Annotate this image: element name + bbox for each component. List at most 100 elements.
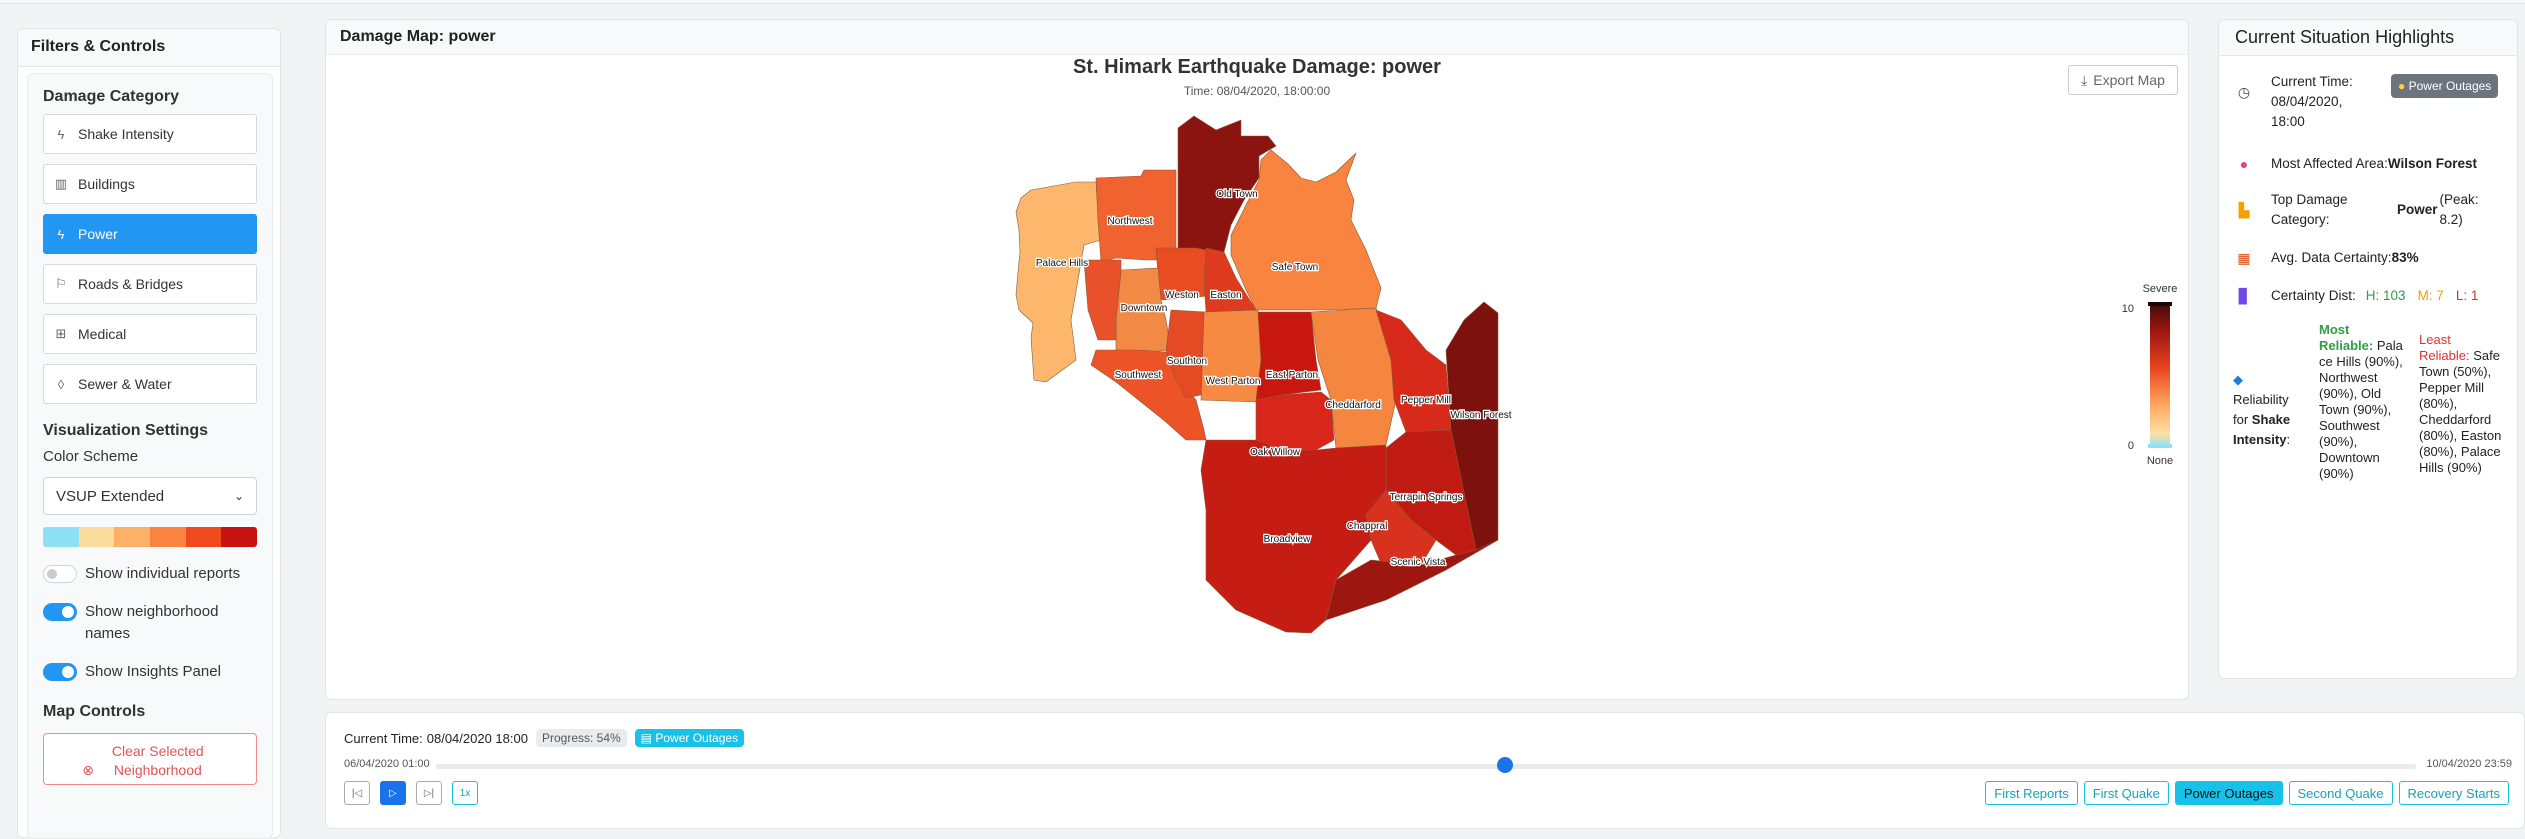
most-reliable-line: ce Hills (90%),: [2319, 354, 2403, 369]
event-first-reports-button[interactable]: First Reports: [1985, 781, 2078, 805]
color-swatch: [221, 527, 257, 547]
legend-max-label: 10: [2122, 303, 2134, 315]
clear-neighborhood-button[interactable]: ⊗ Clear Selected Neighborhood: [43, 733, 257, 785]
category-buildings-button[interactable]: ▥ Buildings: [43, 164, 257, 204]
skip-forward-icon: ▷|: [423, 787, 435, 799]
category-label: Sewer & Water: [78, 376, 172, 392]
reliability-label-1: Reliability: [2233, 392, 2289, 407]
label-west-parton: West Parton: [1206, 376, 1261, 387]
insight-dist-label: Certainty Dist:: [2271, 288, 2356, 303]
category-label: Power: [78, 226, 118, 242]
label-southwest: Southwest: [1115, 370, 1162, 381]
insight-certainty-value: 83%: [2391, 250, 2419, 265]
insight-top-label-2: Category:: [2271, 212, 2330, 227]
insight-dist-high: H: 103: [2365, 288, 2406, 303]
region-oak-willow[interactable]: [1255, 391, 1335, 451]
label-easton: Easton: [1210, 290, 1241, 301]
category-power-button[interactable]: ϟ Power: [43, 214, 257, 254]
legend-severe-label: Severe: [2143, 283, 2178, 295]
insight-most-affected: ● Most Affected Area: Wilson Forest: [2235, 154, 2477, 174]
timeline-end: 10/04/2020 23:59: [2426, 758, 2512, 770]
event-recovery-starts-button[interactable]: Recovery Starts: [2398, 781, 2509, 805]
region-east-parton[interactable]: [1255, 311, 1322, 401]
insights-panel: Current Situation Highlights ◷ Current T…: [2218, 19, 2518, 679]
least-reliable-title-1: Least: [2419, 332, 2451, 347]
timeline-status: Current Time: 08/04/2020 18:00 Progress:…: [344, 729, 745, 747]
lightning-icon: ϟ: [57, 226, 65, 242]
insight-time-badge-label: Power Outages: [2408, 79, 2492, 93]
map-card: Damage Map: power St. Himark Earthquake …: [325, 19, 2189, 700]
insight-top-category: ▙ Top Damage Category: Power (Peak: 8.2): [2235, 190, 2479, 230]
insight-certainty-label: Avg. Data Certainty:: [2271, 250, 2392, 265]
skip-back-icon: |◁: [351, 787, 363, 799]
signpost-icon: ⚐: [55, 276, 67, 291]
region-west-parton[interactable]: [1200, 309, 1262, 403]
timeline-track[interactable]: [436, 764, 2416, 769]
clear-circle-icon: ⊗: [82, 762, 94, 778]
toggle-switch[interactable]: [43, 663, 77, 681]
label-wilson-forest: Wilson Forest: [1450, 410, 1511, 421]
least-reliable-line: (80%), Palace: [2419, 444, 2501, 459]
current-time-label: Current Time:: [344, 730, 423, 746]
label-downtown: Downtown: [1121, 303, 1168, 314]
color-swatch: [150, 527, 186, 547]
event-badge-label: Power Outages: [655, 731, 739, 745]
color-swatch: [78, 527, 115, 547]
insight-top-label-1: Top Damage: [2271, 192, 2348, 207]
filters-panel: Filters & Controls Damage Category ϟ Sha…: [17, 28, 281, 839]
color-swatch: [43, 527, 79, 547]
category-shake-intensity-button[interactable]: ϟ Shake Intensity: [43, 114, 257, 154]
clear-button-label: Clear Selected Neighborhood: [111, 743, 204, 778]
toggle-switch[interactable]: [43, 603, 77, 621]
event-first-quake-button[interactable]: First Quake: [2083, 781, 2169, 805]
skip-back-button[interactable]: |◁: [344, 781, 370, 805]
region-northwest-west[interactable]: [1083, 259, 1122, 341]
event-badge: ▤ Power Outages: [634, 729, 745, 747]
most-reliable-line: Northwest: [2319, 370, 2378, 385]
least-reliable-line: (80%), Easton: [2419, 428, 2502, 443]
playback-controls: |◁ ▷ ▷| 1x: [344, 781, 478, 805]
play-button[interactable]: ▷: [380, 781, 406, 805]
lightning-icon: ϟ: [57, 126, 65, 142]
most-reliable-line: (90%),: [2319, 434, 2358, 449]
insight-time-value-hour: 18:00: [2271, 114, 2305, 129]
label-terrapin-springs: Terrapin Springs: [1390, 492, 1463, 503]
least-reliable-line: Pepper Mill: [2419, 380, 2485, 395]
category-roads-bridges-button[interactable]: ⚐ Roads & Bridges: [43, 264, 257, 304]
label-southton: Southton: [1167, 356, 1207, 367]
label-oak-willow: Oak Willow: [1250, 447, 1301, 458]
neighborhood-map[interactable]: Old Town Northwest Palace Hills Safe Tow…: [326, 20, 2190, 701]
bar-chart-icon: ▊: [2238, 288, 2250, 304]
toggle-insights-panel[interactable]: Show Insights Panel: [43, 661, 257, 683]
event-power-outages-button[interactable]: Power Outages: [2174, 781, 2283, 805]
shield-icon: ◆: [2233, 372, 2243, 387]
color-scheme-select[interactable]: VSUP Extended ⌄: [43, 477, 257, 515]
current-time-value: 08/04/2020 18:00: [426, 730, 528, 746]
reliability-category-1: Shake: [2251, 412, 2291, 427]
skip-forward-button[interactable]: ▷|: [416, 781, 442, 805]
label-cheddarford: Cheddarford: [1325, 400, 1381, 411]
label-safe-town: Safe Town: [1272, 262, 1319, 273]
reliability-colon: :: [2286, 432, 2291, 447]
toggle-neighborhood-names[interactable]: Show neighborhood names: [43, 601, 257, 645]
insight-current-time: ◷ Current Time: 08/04/2020, 18:00 ● Powe…: [2235, 72, 2499, 132]
insight-top-peak-1: (Peak:: [2439, 192, 2479, 207]
map-legend: Severe 10 0 None: [2122, 283, 2178, 467]
clock-icon: ◷: [2237, 84, 2251, 100]
droplet-icon: ◊: [57, 376, 65, 392]
timeline-slider-thumb[interactable]: [1497, 757, 1514, 773]
speed-button[interactable]: 1x: [452, 781, 478, 805]
color-scheme-label: Color Scheme: [43, 448, 139, 465]
label-broadview: Broadview: [1264, 534, 1311, 545]
event-second-quake-button[interactable]: Second Quake: [2288, 781, 2393, 805]
least-reliable-title-2: Reliable:: [2419, 348, 2470, 363]
category-medical-button[interactable]: ⊞ Medical: [43, 314, 257, 354]
label-pepper-mill: Pepper Mill: [1401, 395, 1451, 406]
least-reliable-line: (80%),: [2419, 396, 2458, 411]
category-label: Shake Intensity: [78, 126, 174, 142]
toggle-switch[interactable]: [43, 565, 77, 583]
reliability-category-2: Intensity: [2233, 432, 2287, 447]
category-sewer-water-button[interactable]: ◊ Sewer & Water: [43, 364, 257, 404]
insight-top-value: Power: [2397, 202, 2438, 217]
toggle-individual-reports[interactable]: Show individual reports: [43, 563, 257, 585]
